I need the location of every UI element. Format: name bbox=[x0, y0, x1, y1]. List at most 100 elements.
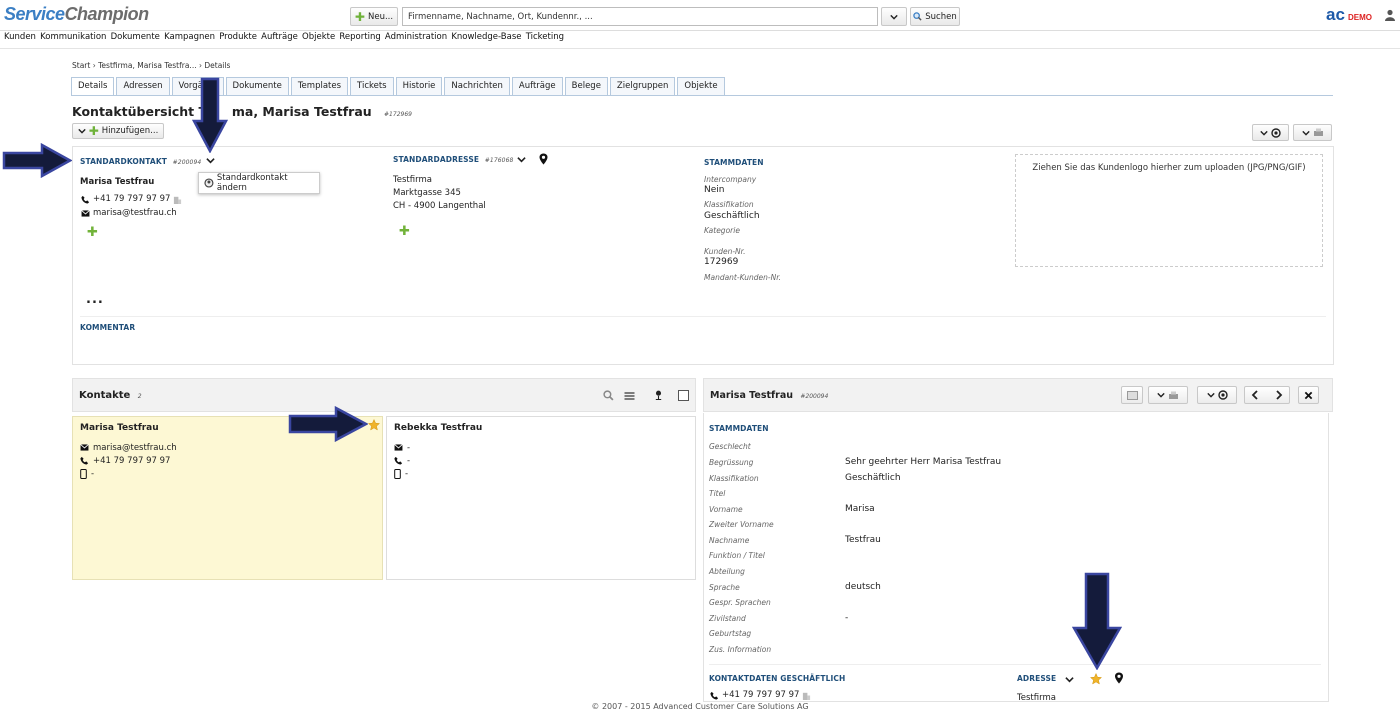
search-dropdown-button[interactable] bbox=[881, 7, 907, 26]
breadcrumb-customer[interactable]: Testfirma, Marisa Testfra... bbox=[98, 61, 196, 70]
add-button-label: Hinzufügen... bbox=[101, 126, 159, 136]
menu-item[interactable]: Aufträge bbox=[261, 32, 298, 48]
default-contact-name[interactable]: Marisa Testfrau bbox=[80, 177, 154, 187]
logo-text-champion: Champion bbox=[64, 4, 150, 24]
menu-item[interactable]: Knowledge-Base bbox=[451, 32, 521, 48]
settings-dropdown-button[interactable] bbox=[1252, 124, 1289, 141]
user-icon[interactable] bbox=[1384, 9, 1396, 21]
contact-phone: - bbox=[407, 455, 411, 466]
menu-item[interactable]: Administration bbox=[385, 32, 447, 48]
standardadresse-id: #176068 bbox=[484, 157, 514, 164]
menu-item[interactable]: Kommunikation bbox=[40, 32, 106, 48]
breadcrumb-start[interactable]: Start bbox=[72, 61, 90, 70]
breadcrumb-current: Details bbox=[204, 61, 231, 70]
tab-zielgruppen[interactable]: Zielgruppen bbox=[609, 77, 676, 95]
chevron-right-icon[interactable] bbox=[1274, 390, 1284, 400]
default-contact-email[interactable]: marisa@testfrau.ch bbox=[93, 208, 177, 218]
contact-phone-row: +41 79 797 97 97 bbox=[80, 454, 375, 467]
more-button[interactable]: ... bbox=[86, 292, 104, 307]
tab-details[interactable]: Details bbox=[71, 77, 115, 95]
contacts-count: 2 bbox=[137, 393, 142, 400]
print-dropdown-button[interactable] bbox=[1293, 124, 1332, 141]
tab-dokumente[interactable]: Dokumente bbox=[225, 77, 289, 95]
search-input[interactable]: Firmenname, Nachname, Ort, Kundennr., ..… bbox=[402, 7, 878, 26]
tab-objekte[interactable]: Objekte bbox=[677, 77, 725, 95]
contact-email-row: marisa@testfrau.ch bbox=[80, 441, 375, 454]
contact-phone[interactable]: +41 79 797 97 97 bbox=[93, 456, 170, 466]
field-label-klassifikation: Klassifikation bbox=[709, 474, 759, 483]
breadcrumb: Start › Testfirma, Marisa Testfra... › D… bbox=[72, 61, 230, 70]
mobile-icon bbox=[394, 468, 401, 479]
company-logo: ac DEMO bbox=[1326, 5, 1372, 25]
logo-upload-dropzone[interactable]: Ziehen Sie das Kundenlogo hierher zum up… bbox=[1015, 154, 1323, 267]
new-button[interactable]: ✚ Neu... bbox=[350, 7, 398, 26]
address-line-2: Marktgasse 345 bbox=[393, 188, 461, 198]
klassifikation-value: Geschäftlich bbox=[704, 211, 760, 221]
add-contact-detail-icon[interactable]: ✚ bbox=[87, 225, 98, 240]
contact-email: - bbox=[407, 442, 411, 453]
search-button-label: Suchen bbox=[925, 11, 957, 22]
contact-mobile-row: - bbox=[80, 467, 375, 480]
default-contact-phone[interactable]: +41 79 797 97 97 bbox=[93, 194, 170, 204]
mandant-label: Mandant-Kunden-Nr. bbox=[704, 273, 782, 282]
contact-card-rebekka[interactable]: Rebekka Testfrau - - - bbox=[386, 416, 696, 580]
tab-belege[interactable]: Belege bbox=[564, 77, 608, 95]
tab-adressen[interactable]: Adressen bbox=[116, 77, 170, 95]
search-icon[interactable] bbox=[603, 390, 614, 401]
chevron-down-icon[interactable] bbox=[1065, 675, 1074, 684]
field-value-vorname: Marisa bbox=[845, 504, 875, 514]
detail-phone[interactable]: +41 79 797 97 97 bbox=[722, 690, 799, 700]
map-pin-icon[interactable] bbox=[1114, 672, 1124, 684]
add-address-icon[interactable]: ✚ bbox=[399, 224, 410, 239]
change-default-contact-label: Standardkontakt ändern bbox=[216, 173, 288, 193]
phone-icon bbox=[81, 195, 90, 204]
list-icon[interactable] bbox=[623, 391, 636, 401]
brand-logo-text: ac bbox=[1326, 5, 1345, 24]
envelope-icon bbox=[81, 209, 90, 217]
logo-text-service: Service bbox=[4, 4, 65, 24]
select-all-checkbox[interactable] bbox=[678, 390, 689, 401]
kommentar-heading: KOMMENTAR bbox=[80, 323, 136, 332]
tab-nachrichten[interactable]: Nachrichten bbox=[444, 77, 510, 95]
menu-item[interactable]: Kampagnen bbox=[164, 32, 215, 48]
tab-tickets[interactable]: Tickets bbox=[350, 77, 394, 95]
tab-bar: Details Adressen Vorgä Dokumente Templat… bbox=[71, 77, 725, 95]
menu-item[interactable]: Produkte bbox=[219, 32, 257, 48]
standardadresse-label: STANDARDADRESSE bbox=[393, 155, 480, 164]
search-button[interactable]: Suchen bbox=[910, 7, 960, 26]
building-icon bbox=[174, 196, 182, 204]
change-default-contact-menu[interactable]: Standardkontakt ändern bbox=[198, 172, 320, 194]
annotation-arrow-down-icon bbox=[1072, 572, 1122, 670]
chevron-down-icon bbox=[1206, 392, 1215, 398]
contact-email[interactable]: marisa@testfrau.ch bbox=[93, 443, 177, 453]
tab-auftraege[interactable]: Aufträge bbox=[511, 77, 563, 95]
tab-templates[interactable]: Templates bbox=[290, 77, 349, 95]
map-pin-icon[interactable] bbox=[538, 153, 549, 165]
field-label-gespr-sprachen: Gespr. Sprachen bbox=[709, 598, 771, 607]
field-label-abteilung: Abteilung bbox=[709, 567, 745, 576]
star-icon[interactable] bbox=[1090, 673, 1102, 685]
app-logo[interactable]: ServiceChampion bbox=[4, 4, 149, 25]
detail-id: #200094 bbox=[800, 393, 829, 400]
menu-item[interactable]: Ticketing bbox=[526, 32, 564, 48]
vcard-button[interactable] bbox=[1121, 386, 1143, 404]
stammdaten-heading: STAMMDATEN bbox=[704, 158, 764, 167]
add-button[interactable]: ✚ Hinzufügen... bbox=[72, 123, 164, 139]
star-icon[interactable] bbox=[368, 419, 380, 431]
location-icon[interactable] bbox=[654, 389, 663, 401]
menu-item[interactable]: Dokumente bbox=[111, 32, 160, 48]
menu-item[interactable]: Objekte bbox=[302, 32, 335, 48]
close-button[interactable] bbox=[1298, 386, 1319, 404]
tab-historie[interactable]: Historie bbox=[395, 77, 443, 95]
chevron-down-icon[interactable] bbox=[517, 155, 526, 164]
menu-item[interactable]: Kunden bbox=[4, 32, 36, 48]
target-dropdown-button[interactable] bbox=[1197, 386, 1237, 404]
contact-mobile: - bbox=[91, 468, 95, 479]
comment-divider bbox=[80, 316, 1326, 317]
chevron-down-icon[interactable] bbox=[206, 156, 215, 165]
plus-icon: ✚ bbox=[88, 124, 99, 138]
print-dropdown-button[interactable] bbox=[1148, 386, 1188, 404]
chevron-down-icon bbox=[1157, 392, 1165, 398]
menu-item[interactable]: Reporting bbox=[339, 32, 380, 48]
chevron-left-icon[interactable] bbox=[1250, 390, 1260, 400]
